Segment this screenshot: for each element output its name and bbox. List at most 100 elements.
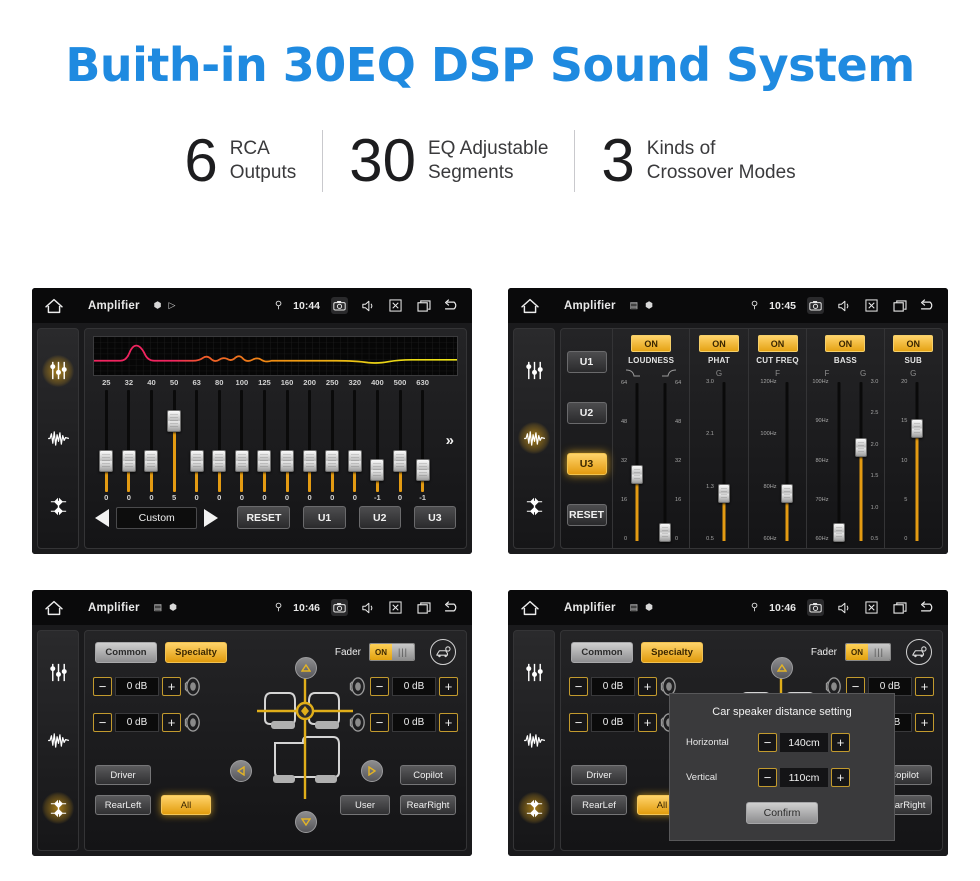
preset-u2-button[interactable]: U2 (566, 402, 607, 425)
eq-slider[interactable] (231, 390, 254, 492)
sidebar-item-balance[interactable] (518, 792, 550, 825)
slider-track-wrap[interactable] (831, 380, 847, 543)
eq-slider-track[interactable] (121, 390, 136, 492)
level-rear-left-minus-button[interactable]: − (93, 713, 112, 732)
eq-slider-track[interactable] (347, 390, 362, 492)
user-button[interactable]: User (340, 795, 390, 815)
eq-slider[interactable] (185, 390, 208, 492)
all-button[interactable]: All (161, 795, 211, 815)
preset-u2-button[interactable]: U2 (358, 506, 401, 529)
eq-slider-thumb[interactable] (257, 450, 272, 473)
eq-slider-track[interactable] (167, 390, 182, 492)
slider-track[interactable] (837, 382, 840, 541)
volume-icon[interactable] (359, 297, 376, 314)
fader-toggle[interactable]: ON ||| (369, 643, 415, 661)
volume-icon[interactable] (835, 297, 852, 314)
rear-right-button[interactable]: RearRight (400, 795, 456, 815)
tab-specialty[interactable]: Specialty (641, 641, 703, 663)
slider-track-wrap[interactable] (853, 380, 869, 543)
slider-thumb[interactable] (717, 484, 730, 504)
level-front-left-plus-button[interactable]: + (162, 677, 181, 696)
level-front-left-minus-button[interactable]: − (569, 677, 588, 696)
eq-slider-track[interactable] (234, 390, 249, 492)
eq-slider-thumb[interactable] (347, 450, 362, 473)
slider-thumb[interactable] (832, 523, 845, 543)
eq-slider[interactable] (389, 390, 412, 492)
tab-common[interactable]: Common (571, 641, 633, 663)
windows-icon[interactable] (891, 297, 908, 314)
level-front-right-plus-button[interactable]: + (439, 677, 458, 696)
eq-slider-track[interactable] (144, 390, 159, 492)
prev-preset-button[interactable] (95, 508, 109, 527)
level-front-right-plus-button[interactable]: + (915, 677, 934, 696)
eq-slider-track[interactable] (370, 390, 385, 492)
eq-slider-track[interactable] (189, 390, 204, 492)
eq-slider-track[interactable] (99, 390, 114, 492)
sidebar-item-balance[interactable] (42, 490, 74, 522)
car-settings-button[interactable] (906, 639, 932, 665)
close-icon[interactable] (387, 599, 404, 616)
camera-icon[interactable] (331, 297, 348, 314)
level-rear-right-minus-button[interactable]: − (370, 713, 389, 732)
windows-icon[interactable] (415, 599, 432, 616)
preset-u3-button[interactable]: U3 (566, 452, 607, 475)
sidebar-item-equalizer[interactable] (42, 657, 74, 689)
home-icon[interactable] (520, 298, 540, 314)
fader-toggle[interactable]: ON ||| (845, 643, 891, 661)
level-rear-left-minus-button[interactable]: − (569, 713, 588, 732)
level-rear-left-plus-button[interactable]: + (162, 713, 181, 732)
on-button[interactable]: ON (893, 335, 934, 352)
nav-up-button[interactable] (295, 657, 317, 679)
close-icon[interactable] (863, 599, 880, 616)
sidebar-item-equalizer[interactable] (518, 355, 550, 387)
slider-track-wrap[interactable] (909, 380, 925, 543)
preset-u3-button[interactable]: U3 (413, 506, 456, 529)
back-icon[interactable] (443, 599, 460, 616)
driver-button[interactable]: Driver (571, 765, 627, 785)
on-button[interactable]: ON (757, 335, 798, 352)
eq-slider-thumb[interactable] (302, 450, 317, 473)
tab-common[interactable]: Common (95, 641, 157, 663)
reset-button[interactable]: RESET (566, 503, 607, 526)
vertical-slider[interactable]: 100Hz 90Hz 80Hz 70Hz 60Hz (812, 379, 847, 543)
confirm-button[interactable]: Confirm (746, 802, 818, 824)
slider-thumb[interactable] (780, 484, 793, 504)
home-icon[interactable] (44, 298, 64, 314)
camera-icon[interactable] (807, 599, 824, 616)
camera-icon[interactable] (807, 297, 824, 314)
horizontal-stepper[interactable]: − 140cm + (758, 732, 850, 753)
sidebar-item-waveform[interactable] (42, 724, 74, 756)
sidebar-item-equalizer[interactable] (518, 657, 550, 689)
on-button[interactable]: ON (631, 335, 672, 352)
eq-slider-track[interactable] (415, 390, 430, 492)
vertical-minus-button[interactable]: − (758, 768, 777, 787)
slider-track[interactable] (722, 382, 726, 541)
vertical-stepper[interactable]: − 110cm + (758, 767, 850, 788)
sidebar-item-balance[interactable] (518, 490, 550, 522)
on-button[interactable]: ON (698, 335, 739, 352)
vertical-slider[interactable]: 3.0 2.1 1.3 0.5 (706, 379, 732, 543)
eq-slider-thumb[interactable] (280, 450, 295, 473)
eq-slider[interactable] (276, 390, 299, 492)
camera-icon[interactable] (331, 599, 348, 616)
eq-slider-thumb[interactable] (167, 409, 182, 432)
close-icon[interactable] (863, 297, 880, 314)
eq-slider[interactable] (321, 390, 344, 492)
volume-icon[interactable] (835, 599, 852, 616)
horizontal-plus-button[interactable]: + (831, 733, 850, 752)
eq-slider[interactable] (366, 390, 389, 492)
reset-button[interactable]: RESET (237, 506, 291, 529)
preset-u1-button[interactable]: U1 (303, 506, 346, 529)
eq-slider[interactable] (118, 390, 141, 492)
next-preset-button[interactable] (204, 508, 219, 527)
nav-up-button[interactable] (771, 657, 793, 679)
sidebar-item-waveform[interactable] (518, 422, 550, 455)
slider-track-wrap[interactable] (716, 380, 732, 543)
vertical-plus-button[interactable]: + (831, 768, 850, 787)
eq-slider-thumb[interactable] (370, 458, 385, 481)
eq-slider-thumb[interactable] (415, 458, 430, 481)
level-rear-left-plus-button[interactable]: + (638, 713, 657, 732)
rear-left-button[interactable]: RearLef (571, 795, 627, 815)
back-icon[interactable] (919, 599, 936, 616)
driver-button[interactable]: Driver (95, 765, 151, 785)
